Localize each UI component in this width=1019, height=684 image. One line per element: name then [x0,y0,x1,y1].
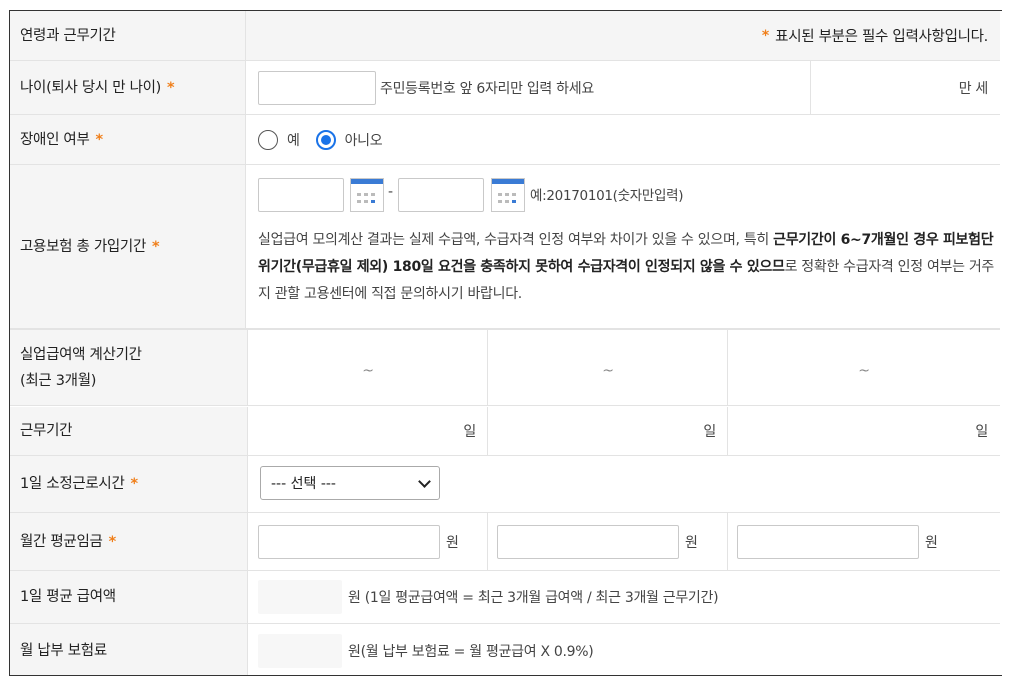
age-row: 나이(퇴사 당시 만 나이) * 주민등록번호 앞 6자리만 입력 하세요 만 세 [10,61,1000,115]
required-star-icon: * [167,79,175,96]
insurance-end-input[interactable] [398,178,484,212]
disability-yes-radio[interactable] [258,129,278,150]
calendar-icon[interactable] [350,178,384,212]
calendar-icon[interactable] [491,178,525,212]
daily-benefit-label: 1일 평균 급여액 [10,571,248,623]
premium-label: 월 납부 보험료 [10,624,248,675]
required-notice: 표시된 부분은 필수 입력사항입니다. [775,29,988,45]
date-separator: - [388,184,393,200]
wage-unit-1: 원 [446,534,459,551]
premium-row: 월 납부 보험료 원(월 납부 보험료 = 월 평균급여 X 0.9%) [10,624,1000,675]
disability-label: 장애인 여부 * [10,115,246,164]
wage-input-1[interactable] [258,524,440,559]
daily-benefit-formula: 원 (1일 평균급여액 = 최근 3개월 급여액 / 최근 3개월 근무기간) [348,590,719,606]
work-days-3: 일 [975,424,988,440]
wage-unit-2: 원 [685,534,698,551]
hours-label: 1일 소정근로시간 * [10,456,248,512]
section-label: 연령과 근무기간 [10,11,246,60]
required-star-icon: * [130,476,139,492]
date-format-hint: 예:20170101(숫자만입력) [530,188,684,204]
wage-label: 월간 평균임금 * [10,513,248,570]
insurance-row: 고용보험 총 가입기간 * - 예:20170101(숫자만입력) 실업급여 모의… [10,165,1000,329]
calculator-form: 연령과 근무기간 * 표시된 부분은 필수 입력사항입니다. 나이(퇴사 당시 … [9,10,1002,676]
required-star-icon: * [95,131,104,148]
disability-row: 장애인 여부 * 예 아니오 [10,115,1000,165]
age-input[interactable] [258,70,376,105]
insurance-start-input[interactable] [258,178,344,212]
chevron-down-icon [418,475,431,488]
period-1-range: ~ [362,362,374,379]
daily-benefit-output [258,580,342,614]
disability-no-label[interactable]: 아니오 [345,130,383,150]
premium-formula: 원(월 납부 보험료 = 월 평균급여 X 0.9%) [348,643,594,660]
age-hint: 주민등록번호 앞 6자리만 입력 하세요 [380,80,594,97]
period-3-range: ~ [858,362,870,379]
insurance-label: 고용보험 총 가입기간 * [10,165,246,328]
required-star-icon: * [151,238,160,255]
hours-row: 1일 소정근로시간 * --- 선택 --- [10,456,1000,513]
work-days-2: 일 [703,424,716,440]
work-days-1: 일 [463,424,476,440]
daily-benefit-row: 1일 평균 급여액 원 (1일 평균급여액 = 최근 3개월 급여액 / 최근 … [10,571,1000,624]
wage-input-2[interactable] [497,524,679,559]
disability-yes-label[interactable]: 예 [287,130,300,150]
age-unit: 만 세 [958,80,989,97]
period-2-range: ~ [602,362,614,379]
wage-row: 월간 평균임금 * 원 원 원 [10,513,1000,571]
calc-period-row: 실업급여액 계산기간 (최근 3개월) ~ ~ ~ [10,329,1000,406]
calc-period-label: 실업급여액 계산기간 (최근 3개월) [10,330,248,405]
work-period-label: 근무기간 [10,407,248,455]
disability-no-radio[interactable] [315,129,336,150]
hours-select[interactable]: --- 선택 --- [260,466,440,500]
wage-input-3[interactable] [737,524,919,559]
insurance-notice: 실업급여 모의계산 결과는 실제 수급액, 수급자격 인정 여부와 차이가 있을… [258,232,995,302]
premium-output [258,633,342,668]
required-star-icon: * [761,27,770,44]
required-star-icon: * [108,533,117,550]
wage-unit-3: 원 [925,534,938,551]
age-label: 나이(퇴사 당시 만 나이) * [10,61,246,114]
work-period-row: 근무기간 일 일 일 [10,407,1000,456]
form-header-row: 연령과 근무기간 * 표시된 부분은 필수 입력사항입니다. [10,11,1000,61]
